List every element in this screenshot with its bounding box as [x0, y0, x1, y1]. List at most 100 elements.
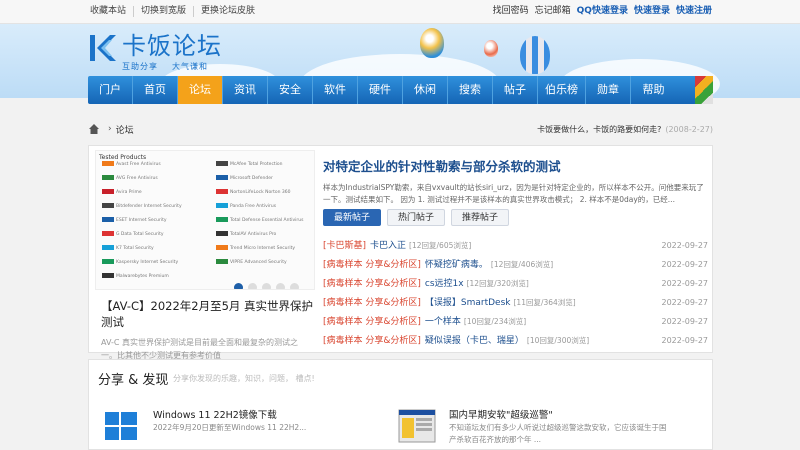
- post-category[interactable]: [病毒样本 分享&分析区]: [323, 279, 421, 289]
- post-date: 2022-09-27: [661, 260, 709, 269]
- post-title[interactable]: 疑似误报（卡巴、瑞星）: [425, 336, 524, 346]
- post-stats: [12回复/320浏览]: [466, 279, 529, 288]
- nav-item-forum[interactable]: 论坛: [178, 76, 223, 104]
- qq-login-link[interactable]: QQ快速登录: [577, 6, 628, 17]
- nav-corner-decoration: [695, 76, 713, 104]
- slider-dot[interactable]: [276, 283, 285, 289]
- post-category[interactable]: [病毒样本 分享&分析区]: [323, 298, 421, 308]
- nav-item-home[interactable]: 首页: [133, 76, 178, 104]
- product-logo-icon: [102, 231, 114, 236]
- product-entry: Panda Free Antivirus: [216, 203, 276, 209]
- post-row: [病毒样本 分享&分析区] 一个样本 [10回复/234浏览] 2022-09-27: [323, 312, 708, 331]
- post-title[interactable]: 卡巴入正: [370, 241, 406, 251]
- nav-item-portal[interactable]: 门户: [88, 76, 133, 104]
- tab-hot-posts[interactable]: 热门帖子: [387, 209, 446, 226]
- post-row: [病毒样本 分享&分析区] 疑似误报（卡巴、瑞星） [10回复/300浏览] 2022…: [323, 331, 708, 350]
- breadcrumb: › 论坛 卡饭要做什么，卡饭的路要如何走? (2008-2-27): [88, 118, 713, 140]
- product-entry: Kaspersky Internet Security: [102, 259, 178, 265]
- share-card-description: 2022年9月20日更新至Windows 11 22H2...: [153, 423, 307, 432]
- post-category[interactable]: [病毒样本 分享&分析区]: [323, 317, 421, 327]
- product-entry: Bitdefender Internet Security: [102, 203, 182, 209]
- post-tabs: 最新帖子 热门帖子 推荐帖子: [323, 209, 510, 226]
- featured-article: 对特定企业的针对性勒索与部分杀软的测试 样本为IndustrialSPY勒索，来…: [323, 156, 708, 206]
- post-title[interactable]: 怀疑挖矿病毒。: [425, 260, 488, 270]
- post-row: [病毒样本 分享&分析区] 【误报】SmartDesk [11回复/364浏览] 20…: [323, 293, 708, 312]
- post-row: [病毒样本 分享&分析区] cs远控1x [12回复/320浏览] 2022-09-2…: [323, 274, 708, 293]
- post-stats: [12回复/605浏览]: [409, 241, 472, 250]
- product-logo-icon: [216, 175, 228, 180]
- slider-dot[interactable]: [262, 283, 271, 289]
- main-content-box: Tested Products Avast Free Antivirus AVG …: [88, 145, 713, 360]
- product-logo-icon: [216, 231, 228, 236]
- tab-recommended-posts[interactable]: 推荐帖子: [451, 209, 510, 226]
- product-entry: Avira Prime: [102, 189, 142, 195]
- nav-item-search[interactable]: 搜索: [448, 76, 493, 104]
- slide-image[interactable]: Tested Products Avast Free Antivirus AVG …: [95, 150, 315, 290]
- product-logo-icon: [216, 189, 228, 194]
- share-card-description: 不知道坛友们有多少人听说过超级巡警这款安软，它应该诞生于国产杀软百花齐放的那个年…: [449, 423, 667, 444]
- slide-title[interactable]: 【AV-C】2022年2月至5月 真实世界保护测试: [95, 298, 315, 330]
- quick-login-link[interactable]: 快速登录: [634, 6, 670, 17]
- windows-logo-icon: [101, 406, 141, 446]
- balloon-icon: [420, 28, 444, 58]
- post-title[interactable]: 一个样本: [425, 317, 461, 327]
- product-logo-icon: [216, 203, 228, 208]
- post-stats: [10回复/300浏览]: [526, 336, 590, 345]
- post-stats: [11回复/364浏览]: [513, 298, 576, 307]
- breadcrumb-separator: ›: [108, 124, 112, 134]
- product-logo-icon: [102, 161, 114, 166]
- post-category[interactable]: [病毒样本 分享&分析区]: [323, 260, 421, 270]
- post-date: 2022-09-27: [661, 298, 709, 307]
- nav-item-news[interactable]: 资讯: [223, 76, 268, 104]
- nav-item-bole-ranking[interactable]: 伯乐榜: [538, 76, 586, 104]
- announcement[interactable]: 卡饭要做什么，卡饭的路要如何走? (2008-2-27): [537, 124, 713, 135]
- software-screenshot-icon: [397, 406, 437, 446]
- share-card-title[interactable]: Windows 11 22H2镜像下载: [153, 407, 277, 421]
- change-skin-link[interactable]: 更换论坛皮肤: [194, 6, 262, 17]
- post-date: 2022-09-27: [661, 317, 709, 326]
- slider-dot[interactable]: [234, 283, 243, 289]
- logo-name: 卡饭论坛: [122, 32, 222, 60]
- post-category[interactable]: [卡巴斯基]: [323, 241, 366, 251]
- nav-item-software[interactable]: 软件: [313, 76, 358, 104]
- nav-item-help[interactable]: 帮助: [631, 76, 676, 104]
- recover-password-link[interactable]: 找回密码: [493, 6, 529, 17]
- wide-version-link[interactable]: 切换到宽版: [134, 6, 195, 17]
- product-entry: Trend Micro Internet Security: [216, 245, 295, 251]
- slider-dot[interactable]: [248, 283, 257, 289]
- post-list: [卡巴斯基] 卡巴入正 [12回复/605浏览] 2022-09-27 [病毒样本 分享…: [323, 236, 708, 350]
- product-entry: Total Defense Essential Antivirus: [216, 217, 303, 223]
- slider-dot[interactable]: [290, 283, 299, 289]
- breadcrumb-current[interactable]: 论坛: [116, 123, 134, 136]
- product-entry: AVG Free Antivirus: [102, 175, 158, 181]
- nav-item-hardware[interactable]: 硬件: [358, 76, 403, 104]
- nav-item-leisure[interactable]: 休闲: [403, 76, 448, 104]
- top-bar-left-links: 收藏本站 切换到宽版 更换论坛皮肤: [90, 6, 262, 17]
- site-logo[interactable]: 卡饭论坛 互助分享 大气谦和: [88, 32, 222, 72]
- quick-register-link[interactable]: 快速注册: [676, 6, 712, 17]
- share-card-title[interactable]: 国内早期安软"超级巡警": [449, 407, 553, 421]
- post-category[interactable]: [病毒样本 分享&分析区]: [323, 336, 421, 346]
- main-nav: 门户 首页 论坛 资讯 安全 软件 硬件 休闲 搜索 帖子 伯乐榜 勋章 帮助: [88, 76, 713, 104]
- nav-item-security[interactable]: 安全: [268, 76, 313, 104]
- post-row: [卡巴斯基] 卡巴入正 [12回复/605浏览] 2022-09-27: [323, 236, 708, 255]
- share-section: 分享 & 发现 分享你发现的乐趣，知识，问题， 槽点! Windows 11 2…: [88, 359, 713, 450]
- nav-item-posts[interactable]: 帖子: [493, 76, 538, 104]
- post-title[interactable]: cs远控1x: [425, 279, 464, 289]
- product-entry: Microsoft Defender: [216, 175, 273, 181]
- tab-latest-posts[interactable]: 最新帖子: [323, 209, 382, 226]
- balloon-icon: [484, 40, 498, 57]
- nav-item-medals[interactable]: 勋章: [586, 76, 631, 104]
- product-entry: Malwarebytes Premium: [102, 273, 169, 279]
- featured-title[interactable]: 对特定企业的针对性勒索与部分杀软的测试: [323, 156, 708, 175]
- share-heading: 分享 & 发现: [98, 373, 169, 388]
- post-title[interactable]: 【误报】SmartDesk: [425, 298, 511, 308]
- product-logo-icon: [102, 245, 114, 250]
- home-icon[interactable]: [88, 123, 100, 135]
- forgot-email-link[interactable]: 忘记邮箱: [535, 6, 571, 17]
- bookmark-link[interactable]: 收藏本站: [90, 6, 135, 17]
- slide-image-heading: Tested Products: [99, 154, 147, 161]
- product-entry: G Data Total Security: [102, 231, 164, 237]
- product-logo-icon: [102, 203, 114, 208]
- post-date: 2022-09-27: [661, 279, 709, 288]
